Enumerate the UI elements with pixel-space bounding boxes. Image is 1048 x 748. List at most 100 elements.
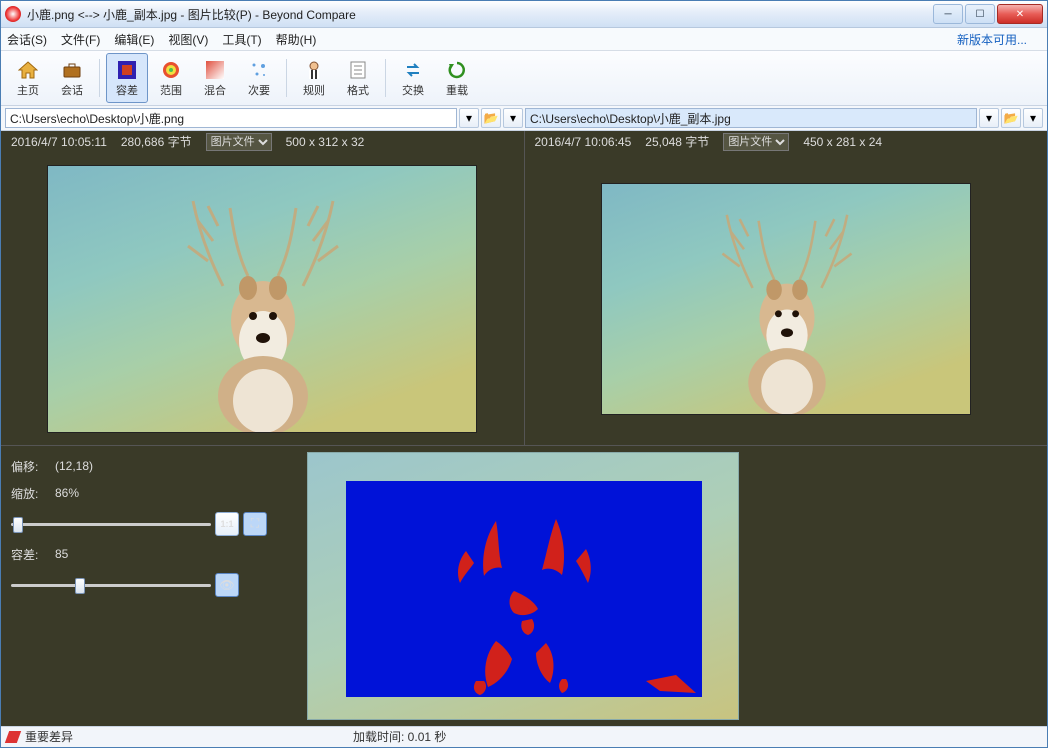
sparkle-icon — [248, 59, 270, 81]
app-icon — [5, 6, 21, 22]
zoom-fit-button[interactable]: ⛶ — [243, 512, 267, 536]
right-dims: 450 x 281 x 24 — [803, 135, 882, 149]
update-link[interactable]: 新版本可用... — [957, 31, 1027, 48]
toolbar-separator — [99, 59, 100, 96]
tool-reload-label: 重载 — [446, 82, 468, 98]
left-path-group: ▾ 📂 ▾ — [5, 108, 523, 128]
tool-reload[interactable]: 重载 — [436, 53, 478, 102]
offset-value: (12,18) — [55, 459, 93, 473]
tool-blend[interactable]: 混合 — [194, 53, 236, 102]
status-load-text: 加载时间: 0.01 秒 — [353, 728, 446, 745]
right-browse-button[interactable]: 📂 — [1001, 108, 1021, 128]
tool-tolerance-label: 容差 — [116, 82, 138, 98]
tolerance-slider[interactable] — [11, 576, 211, 594]
right-type-select[interactable]: 图片文件 — [723, 133, 789, 151]
tool-range[interactable]: 范围 — [150, 53, 192, 102]
left-size: 280,686 字节 — [121, 133, 192, 150]
tool-home-label: 主页 — [17, 82, 39, 98]
slider-thumb[interactable] — [75, 578, 85, 594]
slider-track — [11, 584, 211, 587]
menu-session[interactable]: 会话(S) — [7, 31, 47, 48]
eye-icon: 👁 — [219, 578, 234, 592]
tolerance-value: 85 — [55, 547, 68, 561]
menu-tools[interactable]: 工具(T) — [222, 31, 261, 48]
slider-track — [11, 523, 211, 526]
close-button[interactable]: ✕ — [997, 4, 1043, 24]
left-path-dropdown[interactable]: ▾ — [459, 108, 479, 128]
left-date: 2016/4/7 10:05:11 — [11, 135, 107, 149]
right-date: 2016/4/7 10:06:45 — [535, 135, 632, 149]
left-image-pane[interactable] — [1, 153, 525, 445]
minimize-button[interactable]: ─ — [933, 4, 963, 24]
zoom-row: 缩放: 86% — [11, 485, 291, 502]
status-bar: 重要差异 加载时间: 0.01 秒 — [1, 726, 1047, 747]
tool-range-label: 范围 — [160, 82, 182, 98]
tool-rules-label: 规则 — [303, 82, 325, 98]
tolerance-auto-button[interactable]: 👁 — [215, 573, 239, 597]
right-browse-dropdown[interactable]: ▾ — [1023, 108, 1043, 128]
tool-format[interactable]: 格式 — [337, 53, 379, 102]
diff-indicator-icon — [5, 731, 21, 743]
zoom-actual-button[interactable]: 1:1 — [215, 512, 239, 536]
right-path-input[interactable] — [525, 108, 977, 128]
tolerance-slider-row: 👁 — [11, 573, 291, 597]
left-dims: 500 x 312 x 32 — [286, 135, 365, 149]
tool-next-label: 次要 — [248, 82, 270, 98]
format-icon — [347, 59, 369, 81]
image-compare-area — [1, 153, 1047, 445]
left-browse-dropdown[interactable]: ▾ — [503, 108, 523, 128]
zoom-slider[interactable] — [11, 515, 211, 533]
folder-icon: 📂 — [484, 111, 499, 125]
window-buttons: ─ ☐ ✕ — [933, 4, 1043, 24]
left-path-input[interactable] — [5, 108, 457, 128]
diff-overlay — [346, 481, 702, 697]
menu-bar: 会话(S) 文件(F) 编辑(E) 视图(V) 工具(T) 帮助(H) 新版本可… — [1, 28, 1047, 51]
tool-session[interactable]: 会话 — [51, 53, 93, 102]
bottom-panel: 偏移: (12,18) 缩放: 86% 1:1 ⛶ 容差: 85 — [1, 445, 1047, 726]
toolbar: 主页 会话 容差 范围 混合 次要 规则 格式 — [1, 51, 1047, 105]
zoom-1to1-icon: 1:1 — [220, 519, 233, 529]
right-image-pane[interactable] — [525, 153, 1048, 445]
tool-format-label: 格式 — [347, 82, 369, 98]
app-window: 小鹿.png <--> 小鹿_副本.jpg - 图片比较(P) - Beyond… — [0, 0, 1048, 748]
right-meta: 2016/4/7 10:06:45 25,048 字节 图片文件 450 x 2… — [524, 131, 1048, 152]
tool-next[interactable]: 次要 — [238, 53, 280, 102]
left-browse-button[interactable]: 📂 — [481, 108, 501, 128]
right-path-group: ▾ 📂 ▾ — [525, 108, 1043, 128]
swap-icon — [402, 59, 424, 81]
tool-tolerance[interactable]: 容差 — [106, 53, 148, 102]
right-image — [601, 183, 971, 415]
offset-row: 偏移: (12,18) — [11, 458, 291, 475]
menu-view[interactable]: 视图(V) — [168, 31, 208, 48]
tool-home[interactable]: 主页 — [7, 53, 49, 102]
left-image — [47, 165, 477, 433]
path-row: ▾ 📂 ▾ ▾ 📂 ▾ — [1, 106, 1047, 131]
title-bar: 小鹿.png <--> 小鹿_副本.jpg - 图片比较(P) - Beyond… — [1, 1, 1047, 28]
diff-pane[interactable] — [301, 446, 1047, 726]
tool-swap[interactable]: 交换 — [392, 53, 434, 102]
diff-image — [307, 452, 739, 720]
tolerance-icon — [116, 59, 138, 81]
folder-icon: 📂 — [1004, 111, 1019, 125]
zoom-slider-row: 1:1 ⛶ — [11, 512, 291, 536]
range-icon — [160, 59, 182, 81]
slider-thumb[interactable] — [13, 517, 23, 533]
tool-rules[interactable]: 规则 — [293, 53, 335, 102]
right-path-dropdown[interactable]: ▾ — [979, 108, 999, 128]
deer-illustration — [602, 184, 971, 415]
deer-illustration — [48, 166, 477, 433]
left-type-select[interactable]: 图片文件 — [206, 133, 272, 151]
tolerance-label: 容差: — [11, 546, 55, 563]
menu-edit[interactable]: 编辑(E) — [114, 31, 154, 48]
tolerance-row: 容差: 85 — [11, 546, 291, 563]
maximize-button[interactable]: ☐ — [965, 4, 995, 24]
right-size: 25,048 字节 — [645, 133, 709, 150]
menu-help[interactable]: 帮助(H) — [276, 31, 317, 48]
zoom-fit-icon: ⛶ — [251, 516, 259, 531]
toolbar-separator — [286, 59, 287, 96]
reload-icon — [446, 59, 468, 81]
tool-session-label: 会话 — [61, 82, 83, 98]
menu-file[interactable]: 文件(F) — [61, 31, 100, 48]
zoom-label: 缩放: — [11, 485, 55, 502]
offset-label: 偏移: — [11, 458, 55, 475]
